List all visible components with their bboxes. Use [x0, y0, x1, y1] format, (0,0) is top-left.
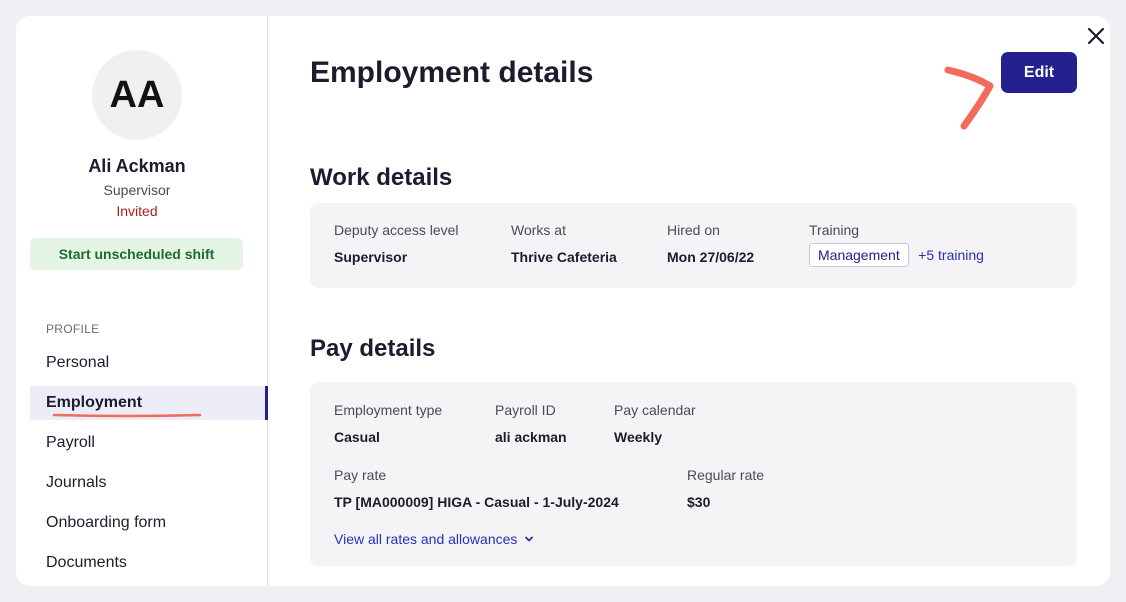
annotation-underline: [52, 413, 202, 418]
start-unscheduled-shift-button[interactable]: Start unscheduled shift: [30, 238, 243, 270]
avatar-initials: AA: [109, 73, 165, 116]
field-label: Works at: [511, 222, 566, 238]
field-value: Casual: [334, 429, 380, 445]
employee-status: Invited: [116, 203, 158, 219]
sidebar-item-label: Employment: [46, 394, 143, 411]
employee-role: Supervisor: [103, 182, 171, 198]
field-label: Hired on: [667, 222, 720, 238]
field-label: Regular rate: [687, 467, 765, 483]
pay-details-card: Employment type Casual Payroll ID ali ac…: [310, 382, 1077, 566]
field-label: Pay calendar: [614, 402, 696, 418]
field-value: Supervisor: [334, 249, 408, 265]
sidebar-item-label: Payroll: [46, 434, 95, 451]
profile-sidebar: AA Ali Ackman Supervisor Invited Start u…: [16, 16, 268, 586]
sidebar-item-label: Personal: [46, 354, 110, 371]
employee-modal: AA Ali Ackman Supervisor Invited Start u…: [16, 16, 1110, 586]
employment-type-field: Employment type Casual: [334, 402, 442, 445]
pay-calendar-field: Pay calendar Weekly: [614, 402, 696, 445]
field-label: Payroll ID: [495, 402, 556, 418]
sidebar-item-label: Documents: [46, 554, 127, 571]
sidebar-item-payroll[interactable]: Payroll: [30, 426, 268, 460]
chevron-down-icon: [524, 536, 533, 542]
sidebar-item-onboarding-form[interactable]: Onboarding form: [30, 506, 268, 540]
more-training-link[interactable]: +5 training: [918, 247, 984, 263]
pay-rate-field: Pay rate TP [MA000009] HIGA - Casual - 1…: [334, 467, 619, 510]
pay-details-heading: Pay details: [310, 335, 436, 362]
payroll-id-field: Payroll ID ali ackman: [495, 402, 567, 445]
close-icon[interactable]: [1084, 24, 1108, 48]
field-value: Mon 27/06/22: [667, 249, 755, 265]
works-at-field: Works at Thrive Cafeteria: [511, 222, 617, 265]
field-value: $30: [687, 494, 711, 510]
hired-on-field: Hired on Mon 27/06/22: [667, 222, 754, 265]
field-value: Weekly: [614, 429, 662, 445]
sidebar-item-label: Onboarding form: [46, 514, 167, 531]
employee-name: Ali Ackman: [88, 156, 186, 176]
field-value: ali ackman: [495, 429, 567, 445]
training-chip[interactable]: Management: [809, 243, 909, 267]
view-all-rates-link[interactable]: View all rates and allowances: [334, 531, 534, 549]
work-details-card: Deputy access level Supervisor Works at …: [310, 203, 1077, 288]
field-label: Deputy access level: [334, 222, 459, 238]
sidebar-item-personal[interactable]: Personal: [30, 346, 268, 380]
regular-rate-field: Regular rate $30: [687, 467, 764, 510]
training-field: Training Management +5 training: [809, 222, 984, 267]
edit-button[interactable]: Edit: [1001, 52, 1077, 93]
sidebar-item-documents[interactable]: Documents: [30, 546, 268, 580]
annotation-arrow: [944, 66, 994, 130]
main-content: Employment details Edit Work details Dep…: [268, 16, 1110, 586]
sidebar-item-journals[interactable]: Journals: [30, 466, 268, 500]
page-title: Employment details: [310, 56, 594, 89]
field-value: Thrive Cafeteria: [511, 249, 617, 265]
avatar: AA: [92, 50, 182, 140]
work-details-heading: Work details: [310, 164, 453, 191]
field-value: TP [MA000009] HIGA - Casual - 1-July-202…: [334, 494, 619, 510]
profile-section-label: PROFILE: [46, 322, 100, 336]
sidebar-item-label: Journals: [46, 474, 107, 491]
field-label: Employment type: [334, 402, 443, 418]
field-label: Training: [809, 222, 860, 238]
view-all-rates-label: View all rates and allowances: [334, 531, 518, 547]
field-label: Pay rate: [334, 467, 387, 483]
access-level-field: Deputy access level Supervisor: [334, 222, 459, 265]
